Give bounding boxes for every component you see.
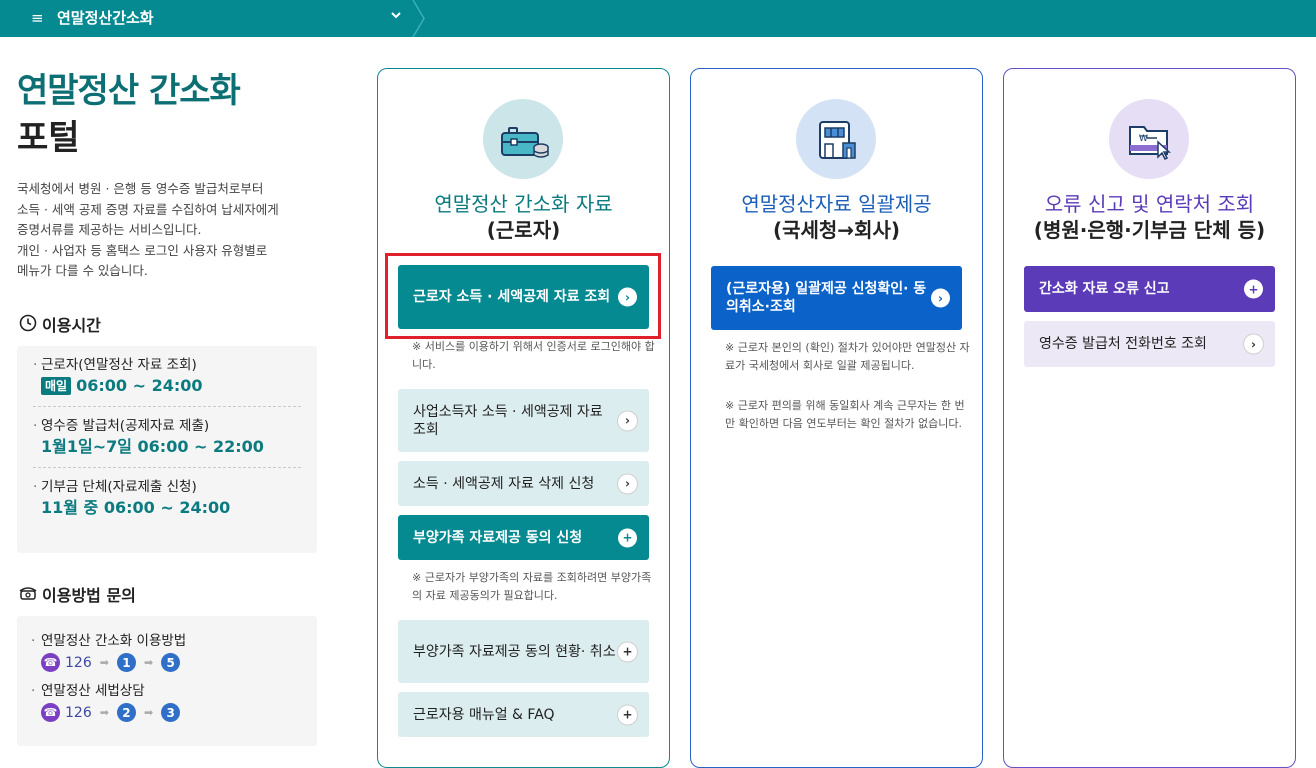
hours-label: 기부금 단체(자료제출 신청) (41, 478, 301, 496)
button-label: (근로자용) 일괄제공 신청확인· 동의취소·조회 (726, 281, 927, 315)
simplified-data-error-report-button[interactable]: 간소화 자료 오류 신고 + (1024, 266, 1275, 312)
hours-time: 11월 중 06:00 ~ 24:00 (41, 498, 231, 517)
hours-section-title: 이용시간 (19, 314, 101, 337)
card-title-line2: (병원·은행·기부금 단체 등) (1033, 218, 1266, 242)
phone-icon: ☎ (41, 703, 60, 722)
phone-steps: ☎ 126 ➡ 1 ➡ 5 (41, 653, 317, 672)
card-title-line1: 연말정산자료 일괄제공 (741, 192, 932, 216)
card-title-line1: 연말정산 간소화 자료 (434, 192, 613, 216)
button-label: 부양가족 자료제공 동의 현황· 취소 (413, 643, 616, 660)
chevron-right-icon: › (618, 474, 637, 493)
chevron-right-icon: › (931, 288, 950, 308)
arrow-right-icon: ➡ (143, 656, 154, 669)
card-title: 연말정산자료 일괄제공 (국세청→회사) (691, 191, 982, 243)
hours-title: 이용시간 (42, 315, 101, 335)
page-title-line2: 포털 (17, 118, 80, 158)
hours-box: 근로자(연말정산 자료 조회) 매일06:00 ~ 24:00 영수증 발급처(… (17, 346, 317, 553)
hours-item: 영수증 발급처(공제자료 제출) 1월1일~7일 06:00 ~ 22:00 (33, 407, 301, 468)
phone-number: 126 (65, 654, 92, 671)
plus-icon: + (1244, 279, 1263, 299)
button-label: 사업소득자 소득 · 세액공제 자료 조회 (413, 403, 603, 438)
card-title: 연말정산 간소화 자료 (근로자) (378, 191, 669, 243)
card-title-line2: (국세청→회사) (772, 218, 901, 242)
phone-number: 126 (65, 704, 92, 721)
description-line: 증명서류를 제공하는 서비스입니다. (17, 222, 202, 237)
inquiry-item: 연말정산 간소화 이용방법 ☎ 126 ➡ 1 ➡ 5 (17, 616, 317, 674)
deduction-delete-request-button[interactable]: 소득 · 세액공제 자료 삭제 신청 › (398, 461, 649, 506)
card-note: ※ 서비스를 이용하기 위해서 인증서로 로그인해야 합니다. (412, 340, 655, 371)
dependent-consent-button[interactable]: 부양가족 자료제공 동의 신청 + (398, 515, 649, 560)
step-number: 1 (116, 653, 136, 672)
hamburger-icon[interactable]: ≡ (31, 9, 44, 27)
worker-manual-faq-button[interactable]: 근로자용 매뉴얼 & FAQ + (398, 692, 649, 737)
business-income-lookup-button[interactable]: 사업소득자 소득 · 세액공제 자료 조회 › (398, 389, 649, 452)
hours-time-row: 매일 06:00 ~ 24:00 (41, 374, 301, 398)
top-navigation-bar: ≡ 연말정산간소화 (0, 0, 1316, 37)
page-description: 국세청에서 병원 · 은행 등 영수증 발급처로부터 소득 · 세액 공제 증명… (17, 179, 317, 282)
plus-icon: + (618, 642, 637, 661)
inquiry-title: 이용방법 문의 (42, 585, 136, 605)
telephone-icon (19, 584, 37, 607)
svg-text:₩: ₩ (1139, 134, 1148, 144)
card-note: ※ 근로자가 부양가족의 자료를 조회하려면 부양가족의 자료 제공동의가 필요… (412, 571, 652, 602)
breadcrumb[interactable]: 연말정산간소화 (57, 9, 154, 27)
page-title: 연말정산 간소화 (17, 71, 241, 111)
chevron-down-icon[interactable] (390, 8, 402, 28)
hours-time: 06:00 ~ 24:00 (76, 376, 203, 395)
building-icon (796, 99, 876, 179)
card-title-line1: 오류 신고 및 연락처 조회 (1044, 192, 1255, 216)
clock-icon (19, 314, 37, 337)
button-label: 근로자용 매뉴얼 & FAQ (413, 706, 555, 723)
description-line: 개인 · 사업자 등 홈택스 로그인 사용자 유형별로 (17, 242, 268, 258)
description-line: 국세청에서 병원 · 은행 등 영수증 발급처로부터 (17, 181, 264, 196)
button-label: 간소화 자료 오류 신고 (1039, 281, 1170, 297)
plus-icon: + (618, 705, 637, 724)
breadcrumb-separator-icon (412, 0, 425, 37)
arrow-right-icon: ➡ (143, 706, 154, 719)
button-label: 영수증 발급처 전화번호 조회 (1039, 336, 1207, 352)
hours-item: 기부금 단체(자료제출 신청) 11월 중 06:00 ~ 24:00 (33, 468, 301, 528)
card-error-report: ₩ 오류 신고 및 연락처 조회 (병원·은행·기부금 단체 등) 간소화 자료… (1003, 68, 1296, 768)
plus-icon: + (618, 528, 637, 547)
chevron-right-icon: › (1244, 334, 1263, 354)
highlight-box (385, 253, 661, 339)
card-bulk-provide: 연말정산자료 일괄제공 (국세청→회사) (근로자용) 일괄제공 신청확인· 동… (690, 68, 983, 768)
hours-label: 영수증 발급처(공제자료 제출) (41, 417, 301, 435)
card-title-line2: (근로자) (486, 218, 561, 242)
bulk-consent-check-button[interactable]: (근로자용) 일괄제공 신청확인· 동의취소·조회 › (711, 266, 962, 330)
chevron-right-icon: › (618, 411, 637, 430)
arrow-right-icon: ➡ (99, 656, 109, 669)
card-title: 오류 신고 및 연락처 조회 (병원·은행·기부금 단체 등) (1004, 191, 1295, 243)
step-number: 5 (161, 653, 181, 672)
button-label: 부양가족 자료제공 동의 신청 (413, 529, 583, 546)
hours-item: 근로자(연말정산 자료 조회) 매일06:00 ~ 24:00 (33, 346, 301, 407)
daily-badge: 매일 (41, 377, 72, 395)
inquiry-section-title: 이용방법 문의 (19, 584, 136, 607)
arrow-right-icon: ➡ (99, 706, 109, 719)
inquiry-label: 연말정산 간소화 이용방법 (41, 632, 317, 650)
phone-steps: ☎ 126 ➡ 2 ➡ 3 (41, 703, 317, 722)
description-line: 소득 · 세액 공제 증명 자료를 수집하여 납세자에게 (17, 201, 279, 217)
description-line: 메뉴가 다를 수 있습니다. (17, 263, 148, 278)
hours-time: 1월1일~7일 06:00 ~ 22:00 (41, 437, 264, 456)
card-note: ※ 근로자 본인의 (확인) 절차가 있어야만 연말정산 자료가 국세청에서 회… (725, 341, 970, 372)
folder-cursor-icon: ₩ (1109, 99, 1189, 179)
card-note: ※ 근로자 편의를 위해 동일회사 계속 근무자는 한 번만 확인하면 다음 연… (725, 399, 965, 430)
inquiry-box: 연말정산 간소화 이용방법 ☎ 126 ➡ 1 ➡ 5 연말정산 세법상담 ☎ … (17, 616, 317, 746)
inquiry-item: 연말정산 세법상담 ☎ 126 ➡ 2 ➡ 3 (17, 674, 317, 724)
hours-label: 근로자(연말정산 자료 조회) (41, 356, 301, 374)
issuer-phone-lookup-button[interactable]: 영수증 발급처 전화번호 조회 › (1024, 321, 1275, 367)
phone-icon: ☎ (41, 653, 60, 672)
button-label: 소득 · 세액공제 자료 삭제 신청 (413, 475, 595, 492)
menu-dropdown[interactable]: ≡ 연말정산간소화 (0, 0, 415, 37)
step-number: 2 (116, 703, 136, 722)
inquiry-label: 연말정산 세법상담 (41, 682, 317, 700)
dependent-consent-status-button[interactable]: 부양가족 자료제공 동의 현황· 취소 + (398, 620, 649, 683)
step-number: 3 (161, 703, 181, 722)
briefcase-icon (483, 99, 563, 179)
card-worker-data: 연말정산 간소화 자료 (근로자) 근로자 소득 · 세액공제 자료 조회 › … (377, 68, 670, 768)
